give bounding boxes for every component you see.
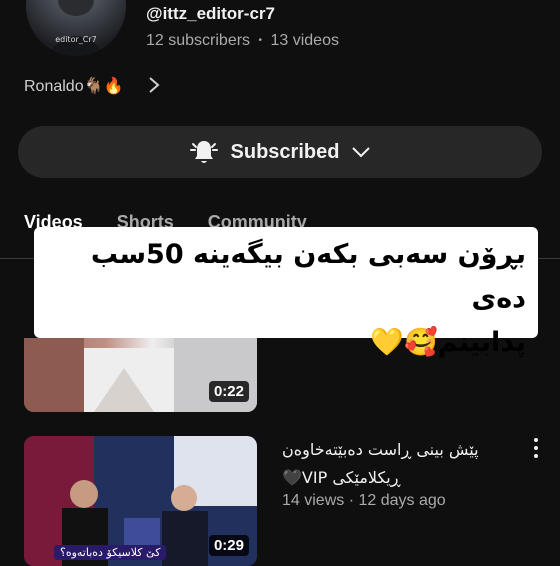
chevron-down-icon	[352, 147, 371, 158]
bell-icon	[189, 141, 218, 163]
video-title-line-2: ڕیکلامێکی VIP🖤	[282, 468, 401, 487]
thumbnail-caption: کێ کلاسیکۆ دەباتەوە؟	[54, 545, 167, 560]
description-text: Ronaldo🐐🔥	[24, 78, 124, 95]
channel-avatar[interactable]: editor_Cr7	[26, 0, 126, 56]
stats-separator: •	[258, 35, 263, 47]
avatar-caption: editor_Cr7	[55, 35, 97, 44]
video-duration: 0:29	[208, 535, 249, 556]
video-title-line-1: پێش بینی ڕاست دەبێتەخاوەن	[282, 440, 479, 459]
overlay-caption: بڕۆن سەبی بکەن بیگەینە 50سب دەی پدابینم🥰…	[34, 227, 538, 358]
stats-separator: ·	[348, 492, 355, 509]
avatar-image	[46, 0, 106, 56]
video-thumbnail[interactable]: کێ کلاسیکۆ دەباتەوە؟ 0:29	[24, 436, 257, 566]
video-stats: 14 views · 12 days ago	[282, 492, 446, 510]
subscriber-count: 12 subscribers	[146, 32, 251, 49]
view-count: 14 views	[282, 492, 345, 509]
video-duration: 0:22	[208, 381, 249, 402]
channel-stats: 12 subscribers • 13 videos	[146, 32, 339, 50]
overlay-line-2: پدابینم🥰💛	[370, 327, 526, 358]
more-options-icon[interactable]	[528, 438, 544, 458]
channel-description[interactable]: Ronaldo🐐🔥	[24, 76, 123, 96]
video-title[interactable]: پێش بینی ڕاست دەبێتەخاوەن ڕیکلامێکی VIP🖤	[282, 436, 522, 492]
video-count: 13 videos	[270, 32, 339, 49]
subscribed-label: Subscribed	[230, 140, 340, 163]
subscribed-button[interactable]: Subscribed	[18, 126, 542, 178]
channel-handle: @ittz_editor-cr7	[146, 4, 275, 23]
overlay-line-1: بڕۆن سەبی بکەن بیگەینە 50سب دەی	[90, 239, 526, 314]
upload-age: 12 days ago	[358, 492, 446, 509]
chevron-right-icon[interactable]	[146, 76, 162, 94]
